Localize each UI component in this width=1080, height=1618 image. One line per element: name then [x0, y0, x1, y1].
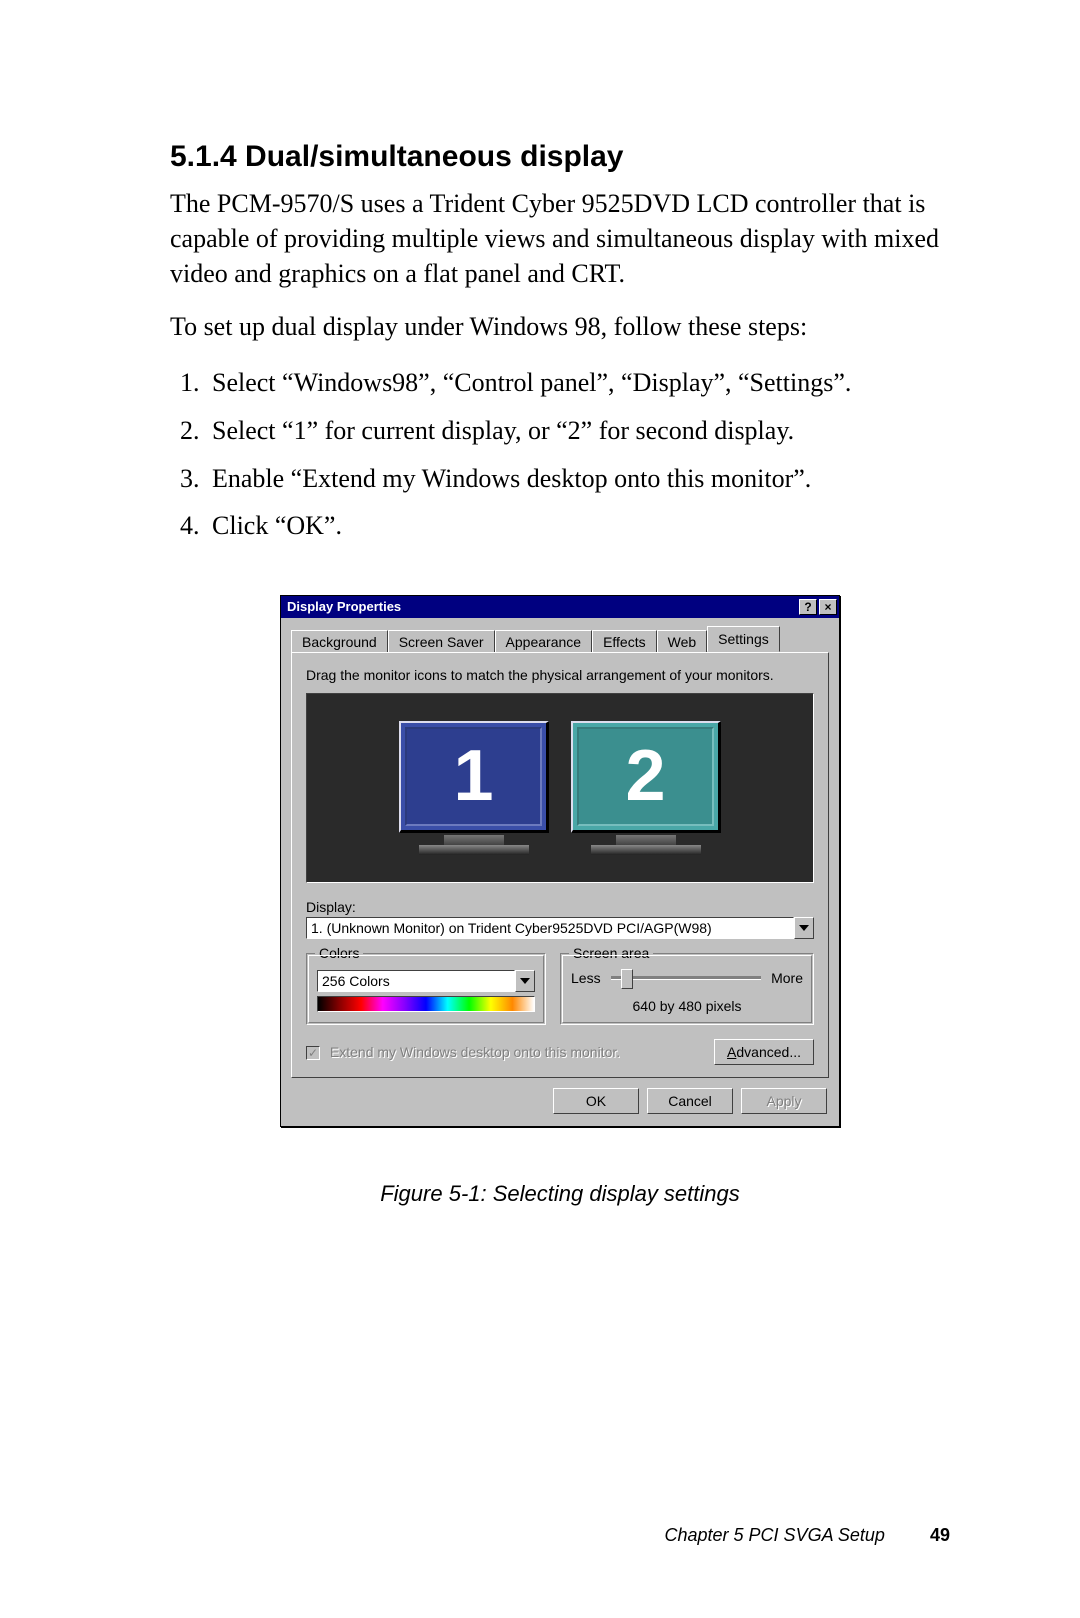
display-select[interactable]: 1. (Unknown Monitor) on Trident Cyber952…: [306, 917, 814, 939]
slider-thumb[interactable]: [621, 969, 633, 989]
extend-desktop-checkbox[interactable]: [306, 1046, 320, 1060]
step-item: Enable “Extend my Windows desktop onto t…: [206, 458, 950, 500]
step-item: Select “1” for current display, or “2” f…: [206, 410, 950, 452]
monitor-2[interactable]: 2: [571, 721, 721, 855]
cancel-button[interactable]: Cancel: [647, 1088, 733, 1114]
resolution-slider[interactable]: [611, 976, 762, 980]
advanced-button[interactable]: Advanced...: [714, 1039, 814, 1065]
display-select-dropdown-button[interactable]: [794, 917, 814, 939]
monitor-stand: [444, 835, 504, 845]
colors-groupbox: Colors 256 Colors: [306, 953, 546, 1025]
color-spectrum-preview: [317, 996, 535, 1012]
colors-select-dropdown-button[interactable]: [515, 970, 535, 992]
section-heading: 5.1.4 Dual/simultaneous display: [170, 140, 950, 174]
panel-instruction: Drag the monitor icons to match the phys…: [306, 667, 814, 683]
step-item: Select “Windows98”, “Control panel”, “Di…: [206, 362, 950, 404]
slider-less-label: Less: [571, 970, 601, 986]
figure: Display Properties ? × Background Screen…: [280, 595, 840, 1207]
tab-effects[interactable]: Effects: [592, 630, 657, 653]
footer-page-number: 49: [930, 1525, 950, 1545]
slider-more-label: More: [771, 970, 803, 986]
monitor-stand: [616, 835, 676, 845]
help-button[interactable]: ?: [799, 599, 817, 615]
section-paragraph-2: To set up dual display under Windows 98,…: [170, 309, 950, 344]
monitor-2-screen: 2: [571, 721, 721, 833]
page-footer: Chapter 5 PCI SVGA Setup 49: [665, 1525, 951, 1546]
footer-chapter: Chapter 5 PCI SVGA Setup: [665, 1525, 885, 1545]
tab-settings[interactable]: Settings: [707, 626, 780, 652]
monitor-1[interactable]: 1: [399, 721, 549, 855]
chevron-down-icon: [520, 978, 530, 984]
settings-panel: Drag the monitor icons to match the phys…: [291, 652, 829, 1078]
chevron-down-icon: [799, 925, 809, 931]
tab-strip: Background Screen Saver Appearance Effec…: [281, 618, 839, 652]
colors-select-value: 256 Colors: [317, 970, 515, 992]
monitor-base: [419, 845, 529, 855]
extend-desktop-label: Extend my Windows desktop onto this moni…: [330, 1044, 620, 1060]
page: 5.1.4 Dual/simultaneous display The PCM-…: [0, 0, 1080, 1618]
extend-desktop-checkbox-row[interactable]: Extend my Windows desktop onto this moni…: [306, 1044, 620, 1060]
resolution-value: 640 by 480 pixels: [571, 998, 803, 1014]
monitor-base: [591, 845, 701, 855]
monitor-1-screen: 1: [399, 721, 549, 833]
titlebar[interactable]: Display Properties ? ×: [281, 596, 839, 618]
tab-web[interactable]: Web: [657, 630, 708, 653]
section-paragraph-1: The PCM-9570/S uses a Trident Cyber 9525…: [170, 186, 950, 291]
display-properties-dialog: Display Properties ? × Background Screen…: [280, 595, 840, 1127]
close-button[interactable]: ×: [819, 599, 837, 615]
figure-caption: Figure 5-1: Selecting display settings: [280, 1181, 840, 1207]
tab-background[interactable]: Background: [291, 630, 388, 653]
colors-select[interactable]: 256 Colors: [317, 970, 535, 992]
dialog-button-row: OK Cancel Apply: [281, 1088, 839, 1126]
tab-screen-saver[interactable]: Screen Saver: [388, 630, 495, 653]
screen-area-groupbox: Screen area Less More 640 by 480 pixels: [560, 953, 814, 1025]
ok-button[interactable]: OK: [553, 1088, 639, 1114]
apply-button[interactable]: Apply: [741, 1088, 827, 1114]
display-label: Display:: [306, 899, 814, 915]
screen-area-legend: Screen area: [569, 945, 653, 961]
display-select-value: 1. (Unknown Monitor) on Trident Cyber952…: [306, 917, 794, 939]
titlebar-text: Display Properties: [287, 599, 797, 614]
monitor-arrangement-well[interactable]: 1 2: [306, 693, 814, 883]
tab-appearance[interactable]: Appearance: [495, 630, 593, 653]
step-item: Click “OK”.: [206, 505, 950, 547]
step-list: Select “Windows98”, “Control panel”, “Di…: [170, 362, 950, 546]
colors-legend: Colors: [315, 945, 363, 961]
